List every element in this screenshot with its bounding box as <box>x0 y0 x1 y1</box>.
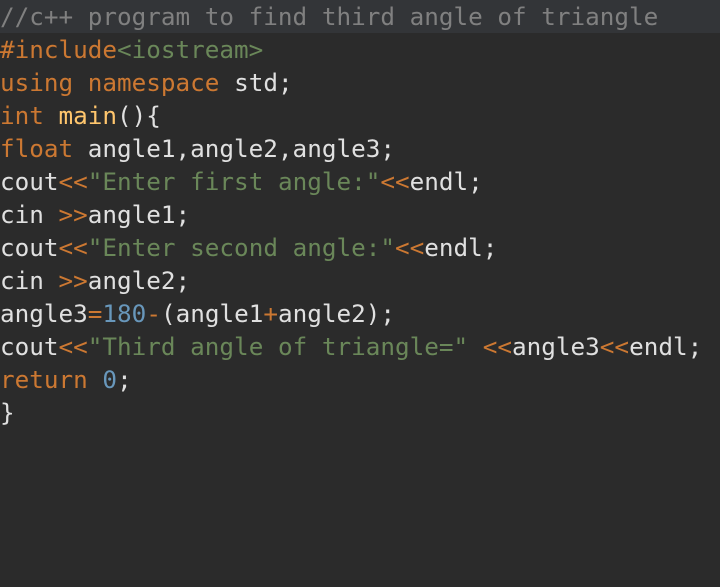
code-token-plain: endl; <box>409 167 483 196</box>
code-token-plain: (angle1 <box>160 299 264 328</box>
code-token-operator: << <box>58 233 88 262</box>
code-line: cin >>angle2; <box>0 264 190 297</box>
code-line: cout<<"Third angle of triangle=" <<angle… <box>0 330 702 363</box>
code-token-plain: cin <box>0 200 59 229</box>
code-token-keyword: namespace <box>87 68 220 97</box>
code-editor[interactable]: //c++ program to find third angle of tri… <box>0 0 720 587</box>
code-token-operator: << <box>394 233 425 262</box>
code-token-operator: << <box>380 167 410 196</box>
code-token-string: "Enter first angle:" <box>87 167 381 196</box>
code-line: #include<iostream> <box>0 33 263 66</box>
code-token-keyword: int <box>0 101 44 130</box>
code-line: cout<<"Enter first angle:"<<endl; <box>0 165 483 198</box>
code-token-operator: + <box>263 299 278 328</box>
code-token-string: "Third angle of triangle=" <box>87 332 469 361</box>
code-token-plain: angle2); <box>278 299 396 328</box>
code-token-plain: std; <box>219 68 293 97</box>
code-token-keyword: using <box>0 68 74 97</box>
code-line: cin >>angle1; <box>0 198 190 231</box>
code-token-string: "Enter second angle:" <box>87 233 395 262</box>
code-token-operator: << <box>599 332 630 361</box>
code-line: angle3=180-(angle1+angle2); <box>0 297 395 330</box>
code-line: int main(){ <box>0 99 161 132</box>
code-token-operator: << <box>58 167 88 196</box>
code-token-keyword: return <box>0 365 88 394</box>
code-token-plain: angle2; <box>87 266 191 295</box>
code-token-operator: - <box>146 299 161 328</box>
code-token-plain: angle3 <box>512 332 600 361</box>
code-token-plain: angle3 <box>0 299 88 328</box>
code-token-number: 0 <box>102 365 118 394</box>
code-comment-line: //c++ program to find third angle of tri… <box>0 0 720 33</box>
code-line: using namespace std; <box>0 66 293 99</box>
code-token-operator: = <box>87 299 103 328</box>
code-token-operator: << <box>482 332 513 361</box>
code-token-plain: angle1; <box>87 200 191 229</box>
code-token-directive: #include <box>0 35 118 64</box>
code-line: cout<<"Enter second angle:"<<endl; <box>0 231 497 264</box>
code-line: float angle1,angle2,angle3; <box>0 132 395 165</box>
code-line: } <box>0 396 15 429</box>
code-token-plain: cin <box>0 266 59 295</box>
code-token-number: 180 <box>102 299 147 328</box>
code-token-plain: cout <box>0 233 59 262</box>
code-token-header: <iostream> <box>117 35 264 64</box>
code-token-plain: cout <box>0 167 59 196</box>
code-token-comment: //c++ program to find third angle of tri… <box>0 2 659 31</box>
code-line: return 0; <box>0 363 132 396</box>
code-token-function: main <box>58 101 118 130</box>
code-token-operator: >> <box>58 200 88 229</box>
code-token-plain: cout <box>0 332 59 361</box>
code-token-plain: angle1,angle2,angle3; <box>73 134 395 163</box>
code-token-plain: } <box>0 398 15 427</box>
code-token-operator: << <box>58 332 88 361</box>
code-token-plain: (){ <box>117 101 161 130</box>
code-token-keyword: float <box>0 134 74 163</box>
code-token-plain: endl; <box>629 332 703 361</box>
code-token-plain: endl; <box>424 233 498 262</box>
code-token-plain: ; <box>117 365 132 394</box>
code-token-operator: >> <box>58 266 88 295</box>
